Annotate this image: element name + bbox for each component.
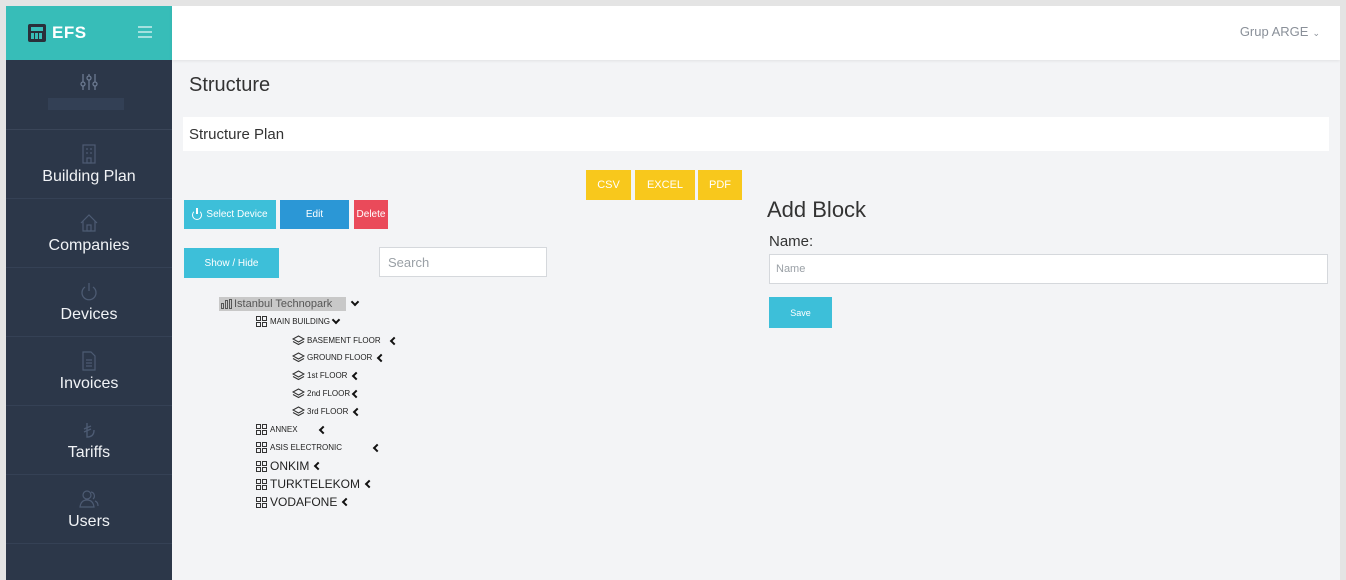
tree-node-label: BASEMENT FLOOR: [307, 336, 381, 345]
tree-node-annex[interactable]: ANNEX: [256, 424, 327, 435]
sidebar-item-label: Tariffs: [67, 444, 111, 461]
grid-icon: [256, 442, 267, 453]
sidebar-item-label: Companies: [48, 237, 130, 254]
layers-icon: [292, 335, 305, 346]
chevron-left-icon[interactable]: [314, 461, 323, 471]
sidebar-item-label: Devices: [60, 306, 118, 323]
tree-node-main-building[interactable]: MAIN BUILDING: [256, 315, 341, 327]
brand-title[interactable]: EFS: [52, 23, 87, 43]
lira-icon: [81, 418, 97, 442]
tree-node-label: GROUND FLOOR: [307, 353, 373, 362]
tree-node-label: 1st FLOOR: [307, 371, 348, 380]
tree-node-label: TURKTELEKOM: [270, 477, 361, 491]
home-icon: [79, 211, 99, 235]
sidebar-item-building-plan[interactable]: Building Plan: [6, 130, 172, 199]
chevron-left-icon[interactable]: [353, 407, 362, 416]
chevron-left-icon[interactable]: [351, 389, 361, 398]
user-name: Grup ARGE: [1239, 24, 1309, 39]
grid-icon: [256, 316, 267, 327]
tree-node-label: 2nd FLOOR: [307, 389, 351, 398]
chevron-left-icon[interactable]: [389, 336, 398, 345]
tree-node-floor[interactable]: BASEMENT FLOOR: [292, 335, 398, 346]
export-pdf-button[interactable]: PDF: [698, 170, 742, 200]
tree-node-label: ONKIM: [270, 459, 310, 473]
brand-bar: EFS: [6, 6, 172, 60]
section-title: Structure Plan: [183, 117, 1329, 151]
calculator-icon: [28, 24, 46, 42]
tree-node-asis-electronic[interactable]: ASIS ELECTRONIC: [256, 442, 382, 453]
delete-button[interactable]: Delete: [354, 200, 388, 229]
tree-node-label: ASIS ELECTRONIC: [270, 443, 343, 452]
sidebar-status-bar: [48, 98, 124, 110]
chevron-left-icon[interactable]: [364, 479, 374, 489]
chevron-down-icon[interactable]: [331, 315, 341, 324]
tree-node-label: VODAFONE: [270, 495, 338, 509]
sidebar-item-users[interactable]: Users: [6, 475, 172, 544]
export-excel-button[interactable]: EXCEL: [635, 170, 695, 200]
building-icon: [81, 142, 97, 166]
edit-button[interactable]: Edit: [280, 200, 349, 229]
sliders-icon[interactable]: [79, 72, 99, 92]
document-icon: [81, 349, 97, 373]
select-device-button[interactable]: Select Device: [184, 200, 276, 229]
tree-node-floor[interactable]: 2nd FLOOR: [292, 388, 361, 399]
chevron-down-icon: ⌄: [1312, 28, 1320, 38]
sidebar-item-label: Invoices: [59, 375, 119, 392]
power-icon: [79, 280, 99, 304]
sidebar-item-companies[interactable]: Companies: [6, 199, 172, 268]
sidebar-item-tariffs[interactable]: Tariffs: [6, 406, 172, 475]
tree-node-floor[interactable]: GROUND FLOOR: [292, 352, 386, 363]
building-chart-icon: [221, 299, 232, 309]
tree-node-label: 3rd FLOOR: [307, 407, 349, 416]
tree-node-onkim[interactable]: ONKIM: [256, 459, 323, 473]
chevron-left-icon[interactable]: [352, 371, 361, 380]
export-csv-button[interactable]: CSV: [586, 170, 631, 200]
sidebar-settings[interactable]: [6, 60, 172, 130]
users-icon: [78, 487, 100, 511]
grid-icon: [256, 424, 267, 435]
tree-node-turktelekom[interactable]: TURKTELEKOM: [256, 477, 374, 491]
sidebar-item-invoices[interactable]: Invoices: [6, 337, 172, 406]
top-bar: Grup ARGE ⌄: [172, 6, 1340, 60]
tree-node-label: ANNEX: [270, 425, 298, 434]
user-menu[interactable]: Grup ARGE ⌄: [1240, 24, 1320, 39]
name-label: Name:: [769, 233, 814, 250]
layers-icon: [292, 352, 305, 363]
sidebar-item-label: Users: [68, 513, 110, 530]
tree-node-floor[interactable]: 1st FLOOR: [292, 370, 361, 381]
add-block-title: Add Block: [767, 197, 867, 222]
save-button[interactable]: Save: [769, 297, 832, 328]
show-hide-button[interactable]: Show / Hide: [184, 248, 279, 278]
tree-node-floor[interactable]: 3rd FLOOR: [292, 406, 362, 417]
tree-root-label: Istanbul Technopark: [234, 298, 333, 310]
menu-toggle-icon[interactable]: [138, 26, 152, 38]
layers-icon: [292, 370, 305, 381]
chevron-left-icon[interactable]: [377, 353, 386, 362]
sidebar-item-label: Building Plan: [42, 168, 136, 185]
sidebar: Building Plan Companies Devices Invoices…: [6, 60, 172, 580]
power-icon: [192, 207, 203, 220]
grid-icon: [256, 460, 267, 472]
chevron-left-icon[interactable]: [342, 497, 351, 507]
layers-icon: [292, 406, 305, 417]
chevron-left-icon[interactable]: [372, 443, 382, 452]
page-title: Structure: [189, 74, 271, 96]
layers-icon: [292, 388, 305, 399]
tree-node-vodafone[interactable]: VODAFONE: [256, 495, 351, 509]
sidebar-item-devices[interactable]: Devices: [6, 268, 172, 337]
chevron-down-icon[interactable]: [351, 297, 360, 307]
grid-icon: [256, 478, 267, 490]
tree-root-highlight[interactable]: Istanbul Technopark: [219, 297, 347, 311]
grid-icon: [256, 496, 267, 508]
chevron-left-icon[interactable]: [318, 425, 327, 434]
name-field[interactable]: [769, 254, 1328, 284]
tree-root-node[interactable]: Istanbul Technopark: [219, 297, 360, 311]
select-device-label: Select Device: [206, 209, 268, 220]
search-input[interactable]: [379, 247, 547, 277]
tree-node-label: MAIN BUILDING: [270, 317, 331, 326]
